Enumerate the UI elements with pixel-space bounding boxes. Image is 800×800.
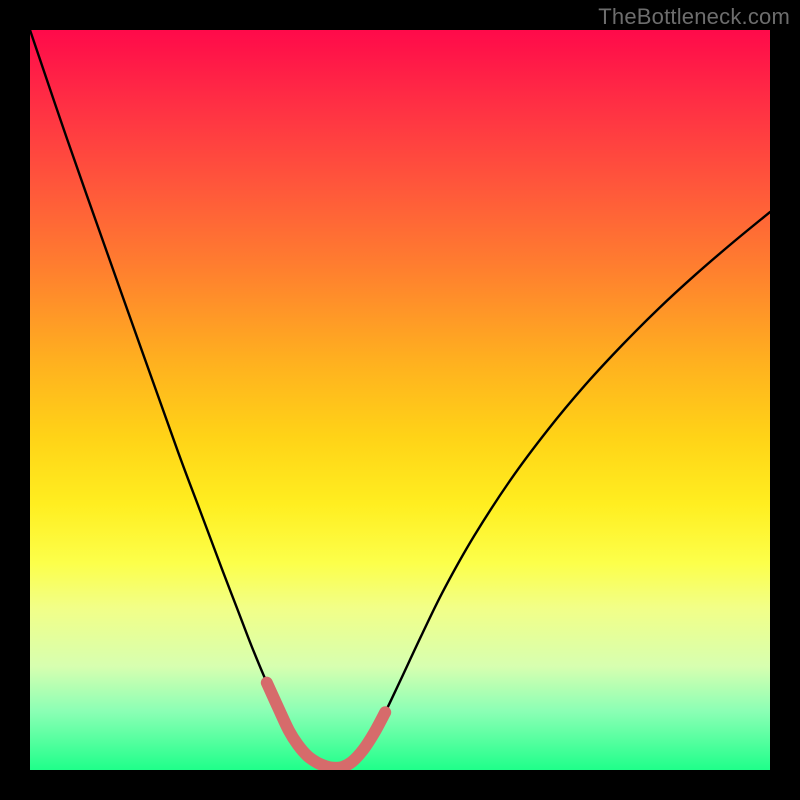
chart-stage: TheBottleneck.com bbox=[0, 0, 800, 800]
bottleneck-curve-highlight bbox=[267, 683, 385, 768]
curve-svg bbox=[30, 30, 770, 770]
bottleneck-curve bbox=[30, 30, 770, 768]
watermark-text: TheBottleneck.com bbox=[598, 4, 790, 30]
plot-area bbox=[30, 30, 770, 770]
